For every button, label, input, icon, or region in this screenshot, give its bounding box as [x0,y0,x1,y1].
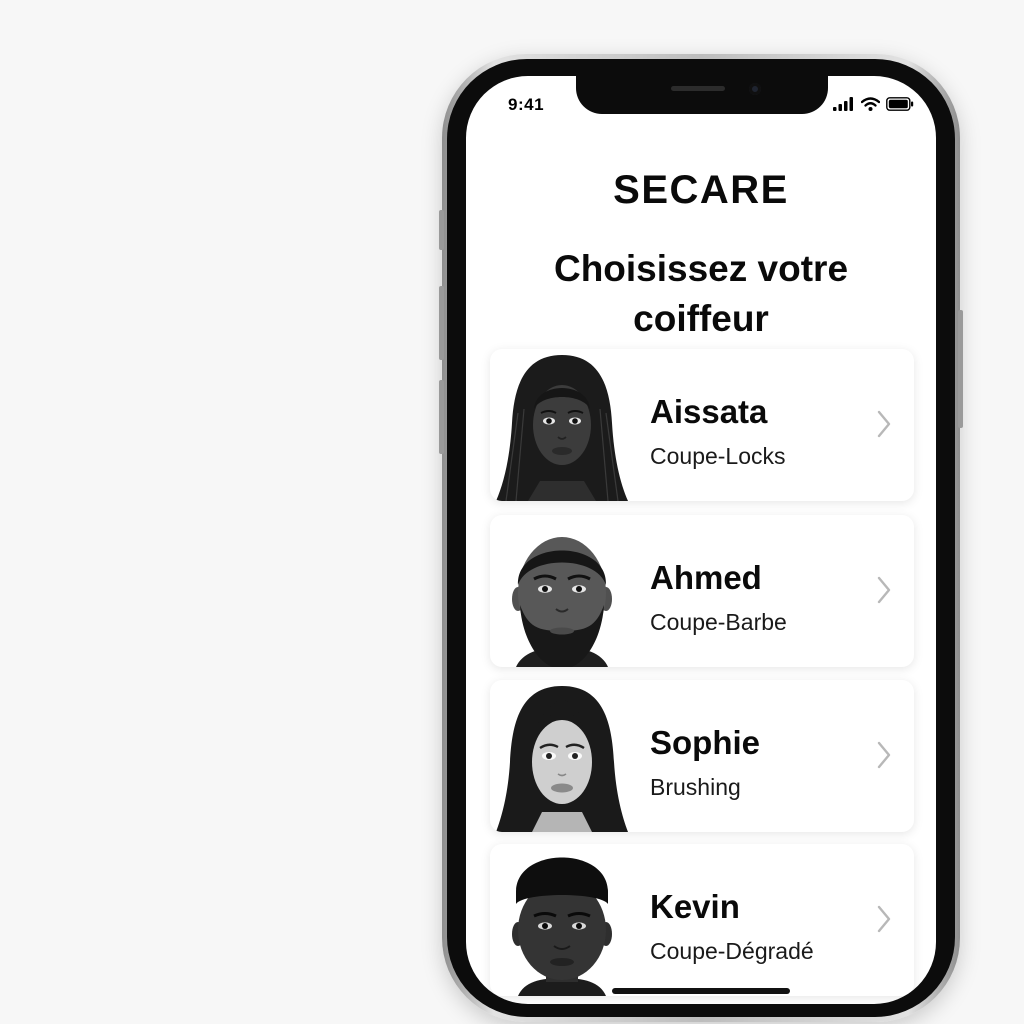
front-camera [749,83,761,95]
stylist-avatar [496,686,628,832]
stylist-service: Brushing [650,774,741,800]
chevron-right-icon [877,410,891,438]
page-heading: Choisissez votre coiffeur [553,248,849,339]
chevron-right-icon [877,905,891,933]
chevron-right-icon [877,576,891,604]
power-button [958,310,963,428]
stylist-name: Ahmed [650,559,762,596]
volume-up-button [439,286,444,360]
stylist-card-sophie[interactable]: Sophie Brushing [490,680,914,832]
notch [576,76,828,114]
app-title: SECARE [613,168,789,212]
stylist-card-kevin[interactable]: Kevin Coupe-Dégradé [490,844,914,996]
signal-icon [833,97,853,111]
stylist-service: Coupe-Locks [650,443,786,469]
wifi-icon [861,97,880,111]
volume-down-button [439,380,444,454]
stylist-avatar [496,355,628,501]
stylist-service: Coupe-Barbe [650,609,787,635]
stylist-card-ahmed[interactable]: Ahmed Coupe-Barbe [490,515,914,667]
silent-switch [439,210,444,250]
status-time: 9:41 [508,95,545,114]
phone-screen: 9:41 SECARE Choisissez votre coiffeur Ai… [466,76,936,1004]
home-indicator[interactable] [612,988,790,994]
stylist-name: Kevin [650,888,740,925]
stylist-card-aissata[interactable]: Aissata Coupe-Locks [490,349,914,501]
status-icons [833,96,914,112]
stylist-name: Sophie [650,724,761,761]
speaker-grille [671,86,725,91]
battery-icon [886,97,914,111]
stylist-service: Coupe-Dégradé [650,938,814,964]
stylist-avatar [512,857,612,996]
stylist-name: Aissata [650,393,768,430]
chevron-right-icon [877,741,891,769]
stylist-avatar [512,537,612,667]
